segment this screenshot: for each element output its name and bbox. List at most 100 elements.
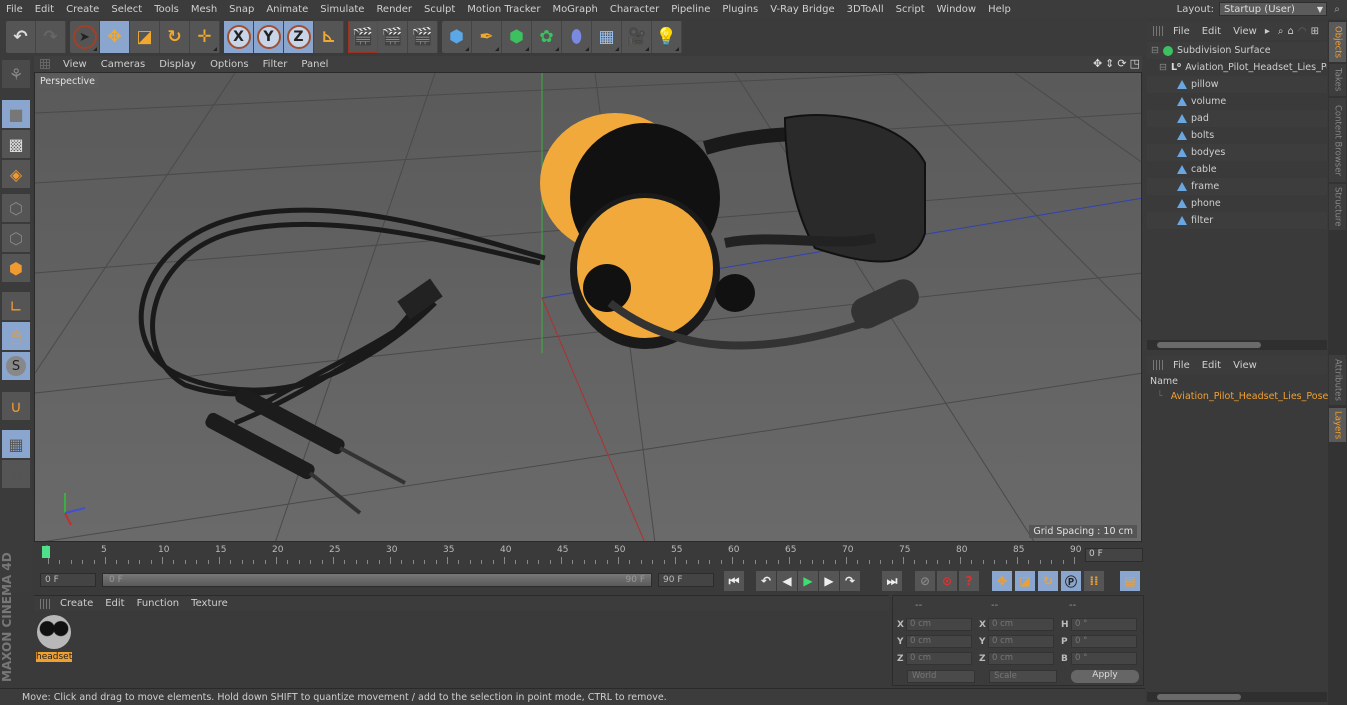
- previous-key-button[interactable]: ↶: [756, 571, 776, 591]
- material-menu-create[interactable]: Create: [54, 598, 99, 609]
- playhead[interactable]: [42, 546, 50, 558]
- deformer-button[interactable]: ⬮: [562, 21, 592, 53]
- menu-pipeline[interactable]: Pipeline: [665, 4, 716, 15]
- viewport-menu-panel[interactable]: Panel: [294, 59, 335, 70]
- scrollbar-thumb[interactable]: [1157, 694, 1241, 700]
- live-selection-button[interactable]: ➤: [70, 21, 100, 53]
- autokey-button[interactable]: ⊙: [937, 571, 957, 591]
- record-rotation-button[interactable]: ↻: [1038, 571, 1058, 591]
- tree-item-bolts[interactable]: bolts: [1147, 127, 1327, 144]
- grip-handle[interactable]: [1153, 360, 1163, 370]
- object-menu-edit[interactable]: Edit: [1196, 26, 1227, 37]
- menu-mograph[interactable]: MoGraph: [546, 4, 603, 15]
- orbit-icon[interactable]: ⟳: [1117, 57, 1126, 70]
- menu-help[interactable]: Help: [982, 4, 1017, 15]
- render-view-button[interactable]: 🎬: [348, 21, 378, 53]
- scale-tool-button[interactable]: ◪: [130, 21, 160, 53]
- redo-button[interactable]: ↷: [36, 21, 66, 53]
- new-view-icon[interactable]: ⊞: [1311, 26, 1319, 37]
- more-arrow-icon[interactable]: ▸: [1265, 26, 1270, 37]
- menu-render[interactable]: Render: [370, 4, 418, 15]
- tab-content-browser[interactable]: Content Browser: [1329, 98, 1346, 182]
- tree-item-subdivision-surface[interactable]: ⊟ Subdivision Surface: [1147, 42, 1327, 59]
- home-icon[interactable]: ⌂: [1287, 26, 1293, 37]
- menu-vray-bridge[interactable]: V-Ray Bridge: [764, 4, 840, 15]
- material-menu-edit[interactable]: Edit: [99, 598, 130, 609]
- cube-button[interactable]: ⬢: [442, 21, 472, 53]
- play-button[interactable]: ▶: [798, 571, 818, 591]
- tree-item-bodyes[interactable]: bodyes: [1147, 144, 1327, 161]
- scrollbar-thumb[interactable]: [1157, 342, 1261, 348]
- layer-menu-view[interactable]: View: [1227, 360, 1263, 371]
- go-to-start-button[interactable]: ⏮: [724, 571, 744, 591]
- frame-range-slider[interactable]: 0 F 90 F: [102, 573, 652, 587]
- y-axis-lock-button[interactable]: Y: [254, 21, 284, 53]
- solo-button[interactable]: S: [2, 352, 30, 380]
- previous-frame-button[interactable]: ◀: [777, 571, 797, 591]
- coordinate-mode-dropdown[interactable]: World: [907, 670, 975, 683]
- tree-item-frame[interactable]: frame: [1147, 178, 1327, 195]
- pan-icon[interactable]: ✥: [1093, 57, 1102, 70]
- size-mode-dropdown[interactable]: Scale: [989, 670, 1057, 683]
- points-mode-button[interactable]: ⬡: [2, 194, 30, 222]
- make-editable-button[interactable]: ⚘: [2, 60, 30, 88]
- tab-layers[interactable]: Layers: [1329, 408, 1346, 442]
- last-tool-button[interactable]: ✛: [190, 21, 220, 53]
- menu-character[interactable]: Character: [604, 4, 665, 15]
- grip-handle[interactable]: [40, 598, 50, 609]
- menu-file[interactable]: File: [0, 4, 29, 15]
- camera-label[interactable]: Perspective: [37, 75, 99, 88]
- tree-item-pillow[interactable]: pillow: [1147, 76, 1327, 93]
- start-frame-field[interactable]: 0 F: [40, 573, 96, 587]
- grip-handle[interactable]: [40, 59, 50, 69]
- light-button[interactable]: 💡: [652, 21, 682, 53]
- cloner-button[interactable]: ✿: [532, 21, 562, 53]
- tree-item-volume[interactable]: volume: [1147, 93, 1327, 110]
- record-point-level-button[interactable]: ⁞⁞: [1084, 571, 1104, 591]
- camera-button[interactable]: 🎥: [622, 21, 652, 53]
- material-menu-texture[interactable]: Texture: [185, 598, 234, 609]
- pen-button[interactable]: ✒: [472, 21, 502, 53]
- eye-icon[interactable]: ◠: [1298, 26, 1307, 37]
- menu-sculpt[interactable]: Sculpt: [418, 4, 461, 15]
- menu-tools[interactable]: Tools: [148, 4, 185, 15]
- layer-menu-file[interactable]: File: [1167, 360, 1196, 371]
- menu-create[interactable]: Create: [60, 4, 105, 15]
- coordinate-system-button[interactable]: ⊾: [314, 21, 344, 53]
- collapse-icon[interactable]: ⊟: [1159, 62, 1167, 73]
- edges-mode-button[interactable]: ⬡: [2, 224, 30, 252]
- workplane-mode-button[interactable]: ◈: [2, 160, 30, 188]
- move-tool-button[interactable]: ✥: [100, 21, 130, 53]
- pos-x-field[interactable]: 0 cm: [906, 618, 972, 631]
- polygons-mode-button[interactable]: ⬢: [2, 254, 30, 282]
- record-position-button[interactable]: ✥: [992, 571, 1012, 591]
- size-x-field[interactable]: 0 cm: [988, 618, 1054, 631]
- search-icon[interactable]: ⌕: [1327, 4, 1347, 15]
- timeline-ruler[interactable]: 051015202530354045505560657075808590 0 F: [34, 542, 1144, 570]
- material-menu-function[interactable]: Function: [131, 598, 186, 609]
- size-z-field[interactable]: 0 cm: [988, 652, 1054, 665]
- render-picture-viewer-button[interactable]: 🎬: [378, 21, 408, 53]
- 3d-viewport[interactable]: Perspective Grid Spacing : 10 cm: [34, 72, 1142, 542]
- rot-p-field[interactable]: 0 °: [1071, 635, 1137, 648]
- snap-button[interactable]: ∪: [2, 392, 30, 420]
- layer-column-header[interactable]: Name: [1147, 376, 1327, 388]
- current-frame-field[interactable]: 0 F: [1085, 548, 1143, 562]
- planar-workplane-button[interactable]: ▦: [2, 460, 30, 488]
- floor-button[interactable]: ▦: [592, 21, 622, 53]
- material-swatch[interactable]: headset: [36, 615, 72, 669]
- maximize-view-icon[interactable]: ◳: [1130, 57, 1140, 70]
- render-settings-button[interactable]: 🎬: [408, 21, 438, 53]
- grip-handle[interactable]: [1153, 26, 1163, 36]
- tree-item-filter[interactable]: filter: [1147, 212, 1327, 229]
- axis-mode-button[interactable]: ∟: [2, 292, 30, 320]
- undo-button[interactable]: ↶: [6, 21, 36, 53]
- tree-item-headset-null[interactable]: ⊟ L⁰ Aviation_Pilot_Headset_Lies_Pose: [1147, 59, 1327, 76]
- next-key-button[interactable]: ↷: [840, 571, 860, 591]
- tab-structure[interactable]: Structure: [1329, 184, 1346, 230]
- tab-takes[interactable]: Takes: [1329, 64, 1346, 96]
- viewport-menu-filter[interactable]: Filter: [256, 59, 295, 70]
- menu-script[interactable]: Script: [890, 4, 931, 15]
- pos-y-field[interactable]: 0 cm: [906, 635, 972, 648]
- tree-item-cable[interactable]: cable: [1147, 161, 1327, 178]
